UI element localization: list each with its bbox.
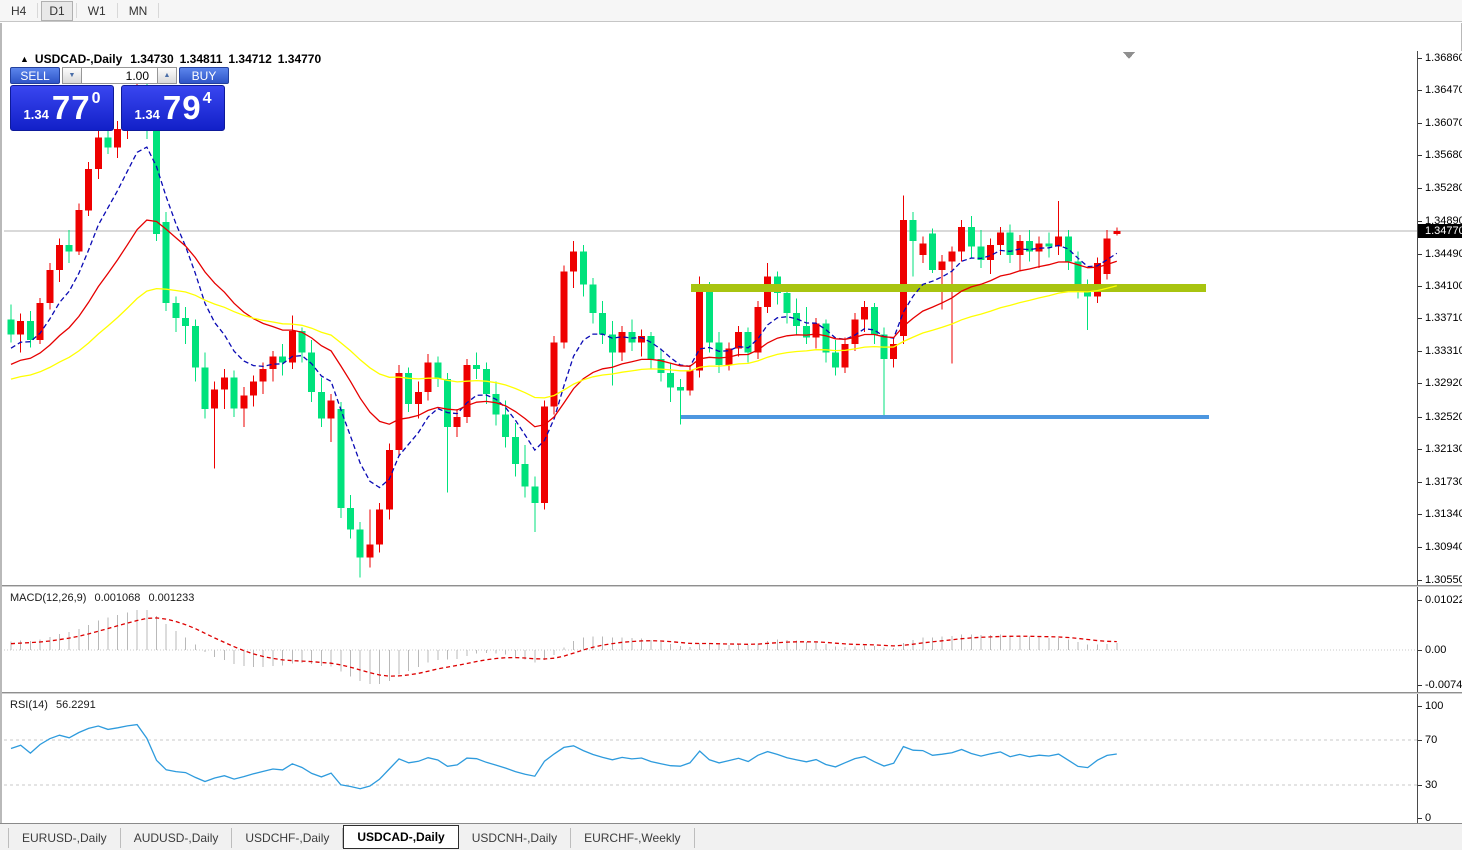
sell-price-button[interactable]: 1.34 77 0 [10,85,114,131]
toolbar-separator [117,3,118,18]
sell-price-figure: 1.34 [24,107,49,122]
one-click-trading-panel: SELL ▼ ▲ BUY 1.34 77 0 1.34 79 4 [10,67,229,131]
ohlc-open: 1.34730 [130,52,173,66]
bid-price-tag: 1.34770 [1418,224,1462,238]
macd-indicator-label: MACD(12,26,9) 0.001068 0.001233 [10,592,199,604]
support-line[interactable] [681,415,1209,419]
ohlc-high: 1.34811 [180,52,223,66]
toolbar-separator [37,3,38,18]
toolbar-separator [158,3,159,18]
price-axis-label: 1.33710 [1418,312,1462,325]
price-axis-label: 1.32130 [1418,443,1462,456]
price-axis-label: 1.34490 [1418,248,1462,261]
price-axis-label: 1.35280 [1418,182,1462,195]
tab-eurchf[interactable]: EURCHF-,Weekly [571,828,694,848]
tab-usdchf[interactable]: USDCHF-,Daily [232,828,343,848]
ohlc-close: 1.34770 [278,52,321,66]
panel-separator[interactable] [2,585,1462,587]
macd-axis-label: -0.007477 [1418,679,1462,692]
buy-price-button[interactable]: 1.34 79 4 [121,85,225,131]
chart-tab-bar: EURUSD-,DailyAUDUSD-,DailyUSDCHF-,DailyU… [0,823,1462,850]
price-axis-label: 1.30940 [1418,541,1462,554]
price-axis-label: 1.36070 [1418,117,1462,130]
macd-signal-value: 0.001233 [148,592,194,604]
price-axis[interactable]: 1.34770 1.36860 1.36470 1.36070 1.35680 1.35… [1417,51,1462,828]
price-axis-label: 1.36470 [1418,84,1462,97]
macd-axis-label: 0.010229 [1418,594,1462,607]
sell-price-point: 0 [92,90,101,108]
chart-title: ▲ USDCAD-,Daily 1.34730 1.34811 1.34712 … [20,52,327,66]
panel-separator[interactable] [2,692,1462,694]
buy-price-figure: 1.34 [135,107,160,122]
volume-stepper: ▼ ▲ [62,67,177,84]
toolbar-separator [76,3,77,18]
price-axis-label: 1.33310 [1418,345,1462,358]
volume-increase-button[interactable]: ▲ [157,67,177,84]
sell-price-pips: 77 [52,89,91,127]
chart-canvas[interactable] [4,51,1417,586]
buy-price-point: 4 [203,90,212,108]
timeframe-h4-button[interactable]: H4 [3,1,34,21]
rsi-axis-label: 70 [1418,734,1462,747]
macd-signal-line [11,618,1117,676]
macd-canvas[interactable] [4,588,1417,692]
resistance-band[interactable] [691,284,1206,292]
rsi-axis-label: 100 [1418,700,1462,713]
macd-axis-label: 0.00 [1418,644,1462,657]
timeframe-toolbar: H4 D1 W1 MN [0,0,1462,22]
ohlc-low: 1.34712 [228,52,271,66]
timeframe-w1-button[interactable]: W1 [80,1,114,21]
candles-layer [8,76,1121,577]
price-axis-label: 1.34100 [1418,280,1462,293]
price-axis-label: 1.31730 [1418,476,1462,489]
chart-symbol-period: USDCAD-,Daily [35,52,122,66]
price-axis-label: 1.31340 [1418,508,1462,521]
macd-histogram [11,610,1117,684]
timeframe-d1-button[interactable]: D1 [41,1,72,21]
mt4-terminal: H4 D1 W1 MN ▲ USDCAD-,Daily 1.34730 1.34811… [0,0,1462,850]
price-axis-label: 1.36860 [1418,52,1462,65]
rsi-axis-label: 30 [1418,779,1462,792]
timeframe-mn-button[interactable]: MN [121,1,156,21]
tab-usdcad[interactable]: USDCAD-,Daily [343,825,458,849]
chart-window: ▲ USDCAD-,Daily 1.34730 1.34811 1.34712 … [0,23,1462,850]
rsi-line [11,725,1117,789]
rsi-value: 56.2291 [56,699,96,711]
price-axis-label: 1.32520 [1418,411,1462,424]
price-axis-label: 1.35680 [1418,149,1462,162]
buy-button[interactable]: BUY [179,67,229,84]
tab-usdcnh[interactable]: USDCNH-,Daily [459,828,571,848]
price-axis-label: 1.32920 [1418,377,1462,390]
tab-eurusd[interactable]: EURUSD-,Daily [8,828,121,848]
volume-input[interactable] [82,67,157,84]
rsi-name: RSI(14) [10,699,48,711]
macd-name: MACD(12,26,9) [10,592,86,604]
tab-audusd[interactable]: AUDUSD-,Daily [121,828,233,848]
sell-button[interactable]: SELL [10,67,60,84]
chart-shift-marker[interactable] [1123,52,1135,59]
rsi-canvas[interactable] [4,695,1417,827]
buy-price-pips: 79 [163,89,202,127]
rsi-indicator-label: RSI(14) 56.2291 [10,699,101,711]
macd-main-value: 0.001068 [94,592,140,604]
volume-decrease-button[interactable]: ▼ [62,67,82,84]
one-click-collapse-arrow[interactable]: ▲ [20,54,29,64]
